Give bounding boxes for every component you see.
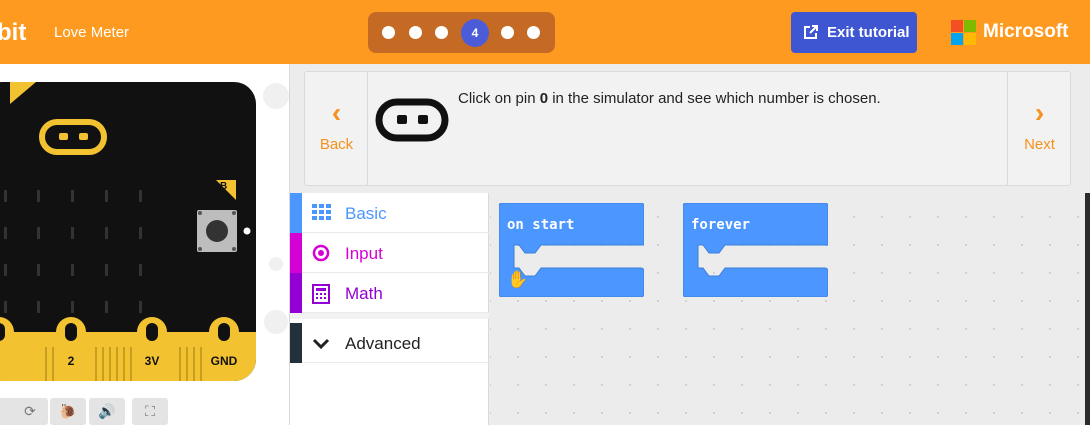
category-label: Input bbox=[345, 244, 383, 263]
category-label: Basic bbox=[345, 204, 387, 223]
category-color-bar bbox=[290, 273, 302, 313]
hand-cursor-icon: ✋ bbox=[507, 270, 529, 289]
instruction-text: Click on pin bbox=[458, 90, 540, 107]
pin-2-label[interactable]: 2 bbox=[56, 354, 86, 368]
grid-icon bbox=[312, 204, 331, 223]
toolbox-category-advanced[interactable]: Advanced bbox=[290, 323, 489, 363]
step-dot[interactable] bbox=[409, 26, 422, 39]
fullscreen-icon[interactable]: ⛶ bbox=[132, 398, 168, 425]
brand-logo[interactable]: bit bbox=[0, 19, 26, 47]
makecode-editor: bit Love Meter 4 Exit tutorial Microsoft bbox=[0, 0, 1090, 425]
category-color-bar bbox=[290, 193, 302, 233]
step-dot[interactable] bbox=[435, 26, 448, 39]
next-label: Next bbox=[1024, 136, 1055, 153]
tutorial-steps: 4 bbox=[368, 12, 555, 53]
toolbox-category-math[interactable]: Math bbox=[290, 273, 489, 313]
back-button[interactable]: ‹ Back bbox=[305, 72, 368, 185]
tutorial-card: ‹ Back Click on pin 0 in the simulator a… bbox=[304, 71, 1071, 186]
toolbox: Basic Input Math Advanced bbox=[290, 193, 489, 425]
microsoft-logo-icon bbox=[951, 20, 977, 46]
forever-block[interactable]: forever bbox=[682, 202, 829, 298]
project-name[interactable]: Love Meter bbox=[54, 24, 129, 41]
category-color-bar bbox=[290, 323, 302, 363]
on-start-block[interactable]: on start ✋ bbox=[498, 202, 645, 298]
blocks-workspace[interactable]: on start ✋ forever bbox=[490, 193, 1087, 425]
back-label: Back bbox=[319, 136, 354, 153]
chevron-left-icon: ‹ bbox=[331, 97, 342, 128]
mute-icon[interactable]: 🔊 bbox=[89, 398, 125, 425]
current-step[interactable]: 4 bbox=[461, 19, 489, 47]
simulator-controls: ⟳ 🐌 🔊 ⛶ bbox=[0, 398, 289, 425]
restart-icon[interactable]: ⟳ bbox=[12, 398, 48, 425]
button-b-label: B bbox=[220, 181, 228, 192]
tutorial-instruction: Click on pin 0 in the simulator and see … bbox=[458, 90, 881, 107]
category-label: Math bbox=[345, 284, 383, 303]
category-color-bar bbox=[290, 233, 302, 273]
external-link-icon bbox=[803, 24, 819, 44]
step-dot[interactable] bbox=[527, 26, 540, 39]
category-label: Advanced bbox=[345, 334, 421, 353]
instruction-pin: 0 bbox=[539, 90, 549, 107]
toolbox-category-input[interactable]: Input bbox=[290, 233, 489, 273]
calculator-icon bbox=[312, 284, 330, 307]
microsoft-label[interactable]: Microsoft bbox=[983, 21, 1069, 43]
block-label: forever bbox=[691, 217, 751, 233]
chevron-right-icon: › bbox=[1034, 97, 1045, 128]
radio-target-icon bbox=[312, 244, 330, 265]
step-dot[interactable] bbox=[382, 26, 395, 39]
exit-tutorial-label: Exit tutorial bbox=[827, 24, 910, 41]
pin-graphics bbox=[0, 317, 239, 381]
simulator-pane: B 2 3V GND ⟳ 🐌 🔊 ⛶ bbox=[0, 64, 290, 425]
pin-gnd-label[interactable]: GND bbox=[207, 354, 241, 368]
workspace-scrollbar[interactable] bbox=[1085, 193, 1090, 425]
microbit-board: B 2 3V GND bbox=[0, 82, 256, 381]
slow-mo-icon[interactable]: 🐌 bbox=[50, 398, 86, 425]
chevron-down-icon bbox=[312, 334, 330, 355]
next-button[interactable]: › Next bbox=[1007, 72, 1070, 185]
header-bar: bit Love Meter 4 Exit tutorial Microsoft bbox=[0, 0, 1090, 64]
step-dot[interactable] bbox=[501, 26, 514, 39]
pin-3v-label[interactable]: 3V bbox=[137, 354, 167, 368]
block-label: on start bbox=[507, 217, 575, 233]
instruction-text: in the simulator and see which number is… bbox=[548, 90, 881, 107]
toolbox-category-basic[interactable]: Basic bbox=[290, 193, 489, 233]
exit-tutorial-button[interactable]: Exit tutorial bbox=[791, 12, 917, 53]
toolbox-separator bbox=[290, 313, 489, 319]
microbit-face-icon bbox=[375, 98, 449, 147]
